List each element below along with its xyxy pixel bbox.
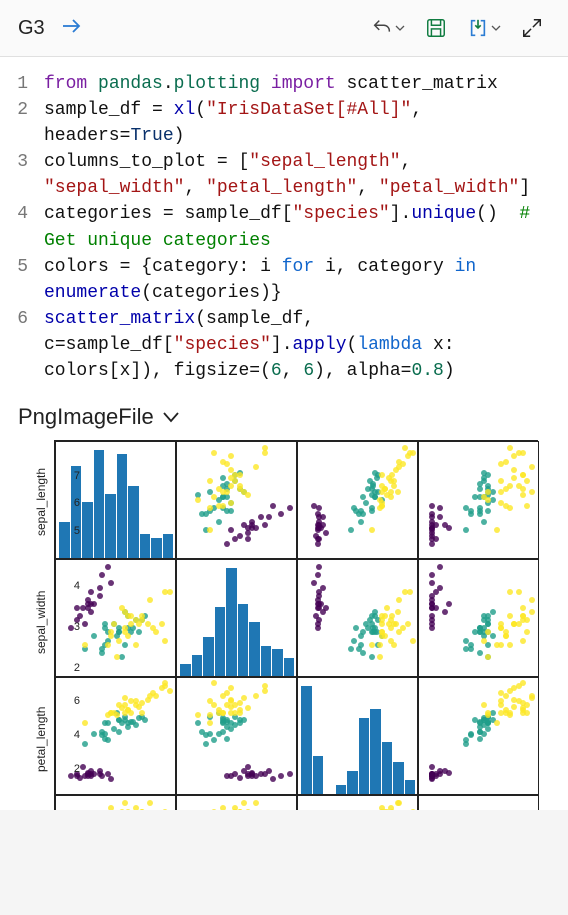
plot-cell: [176, 441, 297, 559]
code-editor[interactable]: 1from pandas.plotting import scatter_mat…: [0, 57, 568, 400]
code-content[interactable]: categories = sample_df["species"].unique…: [44, 201, 568, 253]
code-line[interactable]: 4categories = sample_df["species"].uniqu…: [0, 201, 568, 253]
code-content[interactable]: sample_df = xl("IrisDataSet[#All]", head…: [44, 97, 568, 149]
output-type-button[interactable]: [460, 10, 508, 46]
axis-tick: 4: [66, 580, 80, 592]
plot-cell: [297, 795, 418, 810]
axis-tick: 5: [66, 525, 80, 537]
chevron-down-icon: [491, 23, 501, 33]
scatter-matrix-plot: sepal_length 5 6 7 sepal_width 2 3 4 petal_lengt…: [0, 440, 568, 810]
code-content[interactable]: colors = {category: i for i, category in…: [44, 254, 568, 306]
code-line[interactable]: 5colors = {category: i for i, category i…: [0, 254, 568, 306]
expand-button[interactable]: [514, 10, 550, 46]
axis-label: petal_length: [34, 707, 48, 772]
code-content[interactable]: scatter_matrix(sample_df, c=sample_df["s…: [44, 306, 568, 384]
go-arrow-icon[interactable]: [61, 16, 85, 41]
axis-label: sepal_length: [34, 468, 48, 536]
plot-cell: [176, 677, 297, 795]
code-content[interactable]: columns_to_plot = ["sepal_length", "sepa…: [44, 149, 568, 201]
axis-tick: 7: [66, 470, 80, 482]
plot-cell: [418, 795, 539, 810]
code-line[interactable]: 1from pandas.plotting import scatter_mat…: [0, 71, 568, 97]
plot-cell: [418, 559, 539, 677]
line-number: 5: [0, 254, 44, 306]
plot-cell: [297, 559, 418, 677]
plot-cell: [55, 795, 176, 810]
chevron-down-icon: [395, 23, 405, 33]
line-number: 4: [0, 201, 44, 253]
axis-tick: 2: [66, 662, 80, 674]
line-number: 2: [0, 97, 44, 149]
plot-cell: [176, 559, 297, 677]
axis-tick: 4: [66, 729, 80, 741]
code-line[interactable]: 2sample_df = xl("IrisDataSet[#All]", hea…: [0, 97, 568, 149]
axis-tick: 6: [66, 497, 80, 509]
save-button[interactable]: [418, 10, 454, 46]
plot-cell: [55, 559, 176, 677]
output-type-label: PngImageFile: [18, 404, 154, 430]
code-line[interactable]: 3columns_to_plot = ["sepal_length", "sep…: [0, 149, 568, 201]
chevron-down-icon: [162, 410, 180, 424]
axis-label: sepal_width: [34, 591, 48, 654]
plot-cell: [297, 677, 418, 795]
code-line[interactable]: 6scatter_matrix(sample_df, c=sample_df["…: [0, 306, 568, 384]
line-number: 1: [0, 71, 44, 97]
plot-cell: [418, 441, 539, 559]
output-header[interactable]: PngImageFile: [0, 400, 568, 440]
toolbar: G3: [0, 0, 568, 57]
code-content[interactable]: from pandas.plotting import scatter_matr…: [44, 71, 512, 97]
line-number: 3: [0, 149, 44, 201]
line-number: 6: [0, 306, 44, 384]
cell-reference: G3: [18, 17, 55, 40]
editor-panel: G3: [0, 0, 568, 810]
axis-tick: 2: [66, 763, 80, 775]
plot-cell: [297, 441, 418, 559]
undo-button[interactable]: [364, 10, 412, 46]
axis-tick: 3: [66, 621, 80, 633]
plot-cell: [418, 677, 539, 795]
plot-cell: [176, 795, 297, 810]
axis-tick: 6: [66, 695, 80, 707]
